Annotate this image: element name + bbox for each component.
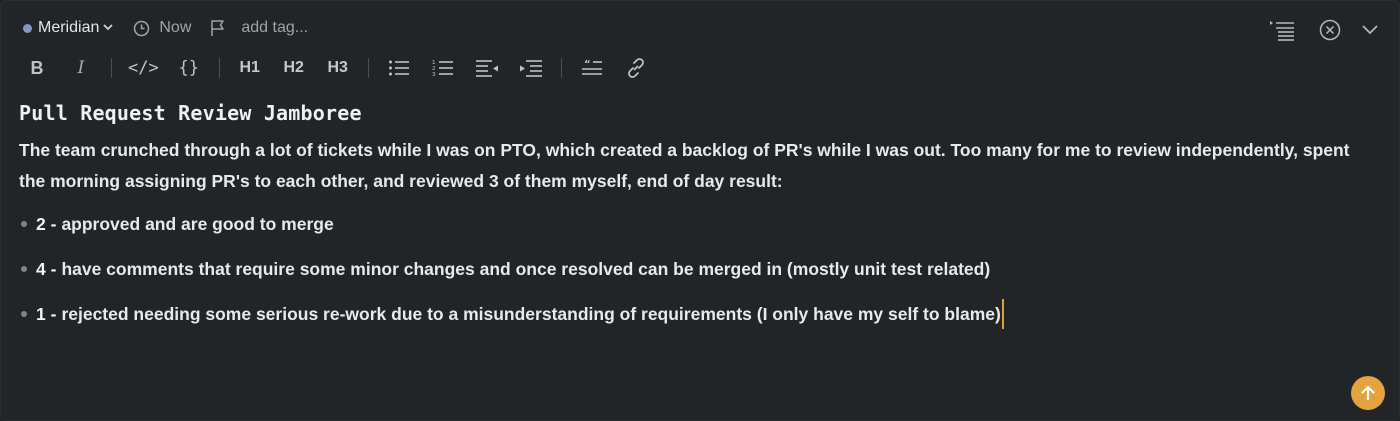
bullet-dot-icon [21,266,27,272]
list-item[interactable]: 2 - approved and are good to merge [19,209,1379,239]
code-block-button[interactable]: {} [175,54,203,82]
time-label: Now [159,19,192,36]
add-tag-input[interactable]: add tag... [241,19,308,37]
list-item[interactable]: 4 - have comments that require some mino… [19,254,1379,284]
italic-button[interactable]: I [67,54,95,82]
flag-icon[interactable] [209,19,227,37]
list-item-text: rejected needing some serious re-work du… [61,304,1001,324]
list-item-count: 2 - [36,214,57,234]
note-paragraph[interactable]: The team crunched through a lot of ticke… [19,135,1379,197]
list-item[interactable]: 1 - rejected needing some serious re-wor… [19,299,1379,329]
list-item-count: 1 - [36,304,57,324]
bullet-list: 2 - approved and are good to merge 4 - h… [19,209,1379,329]
project-selector[interactable]: Meridian [23,19,113,37]
inline-code-button[interactable]: </> [128,54,159,82]
toolbar-divider [560,58,562,78]
chevron-down-icon[interactable] [1361,24,1379,36]
clock-icon [133,20,150,37]
list-item-text: approved and are good to merge [61,214,334,234]
time-selector[interactable]: Now [133,19,191,37]
link-icon[interactable] [622,54,650,82]
bullet-list-icon[interactable] [385,54,413,82]
toolbar-divider [218,58,220,78]
numbered-list-icon[interactable]: 1 2 3 [429,54,457,82]
note-editor: Meridian Now add tag... B I </> {} H1 H2… [0,0,1400,421]
outdent-icon[interactable] [473,54,501,82]
arrow-up-icon [1359,384,1377,402]
heading-2-button[interactable]: H2 [280,54,308,82]
close-circle-icon[interactable] [1319,19,1341,41]
bold-button[interactable]: B [23,54,51,82]
note-title[interactable]: Pull Request Review Jamboree [19,101,1379,125]
outline-icon[interactable] [1269,19,1295,41]
svg-text:3: 3 [432,72,436,77]
note-meta-bar: Meridian Now add tag... [23,15,308,41]
list-item-count: 4 - [36,259,57,279]
text-cursor [1001,299,1004,329]
bullet-dot-icon [21,221,27,227]
project-name: Meridian [38,19,100,36]
project-dot-icon [23,23,32,33]
toolbar-divider [111,58,112,78]
list-item-text: have comments that require some minor ch… [61,259,991,279]
chevron-down-icon [103,22,113,34]
indent-icon[interactable] [517,54,545,82]
window-controls [1249,19,1379,41]
note-body[interactable]: Pull Request Review Jamboree The team cr… [19,101,1379,344]
heading-3-button[interactable]: H3 [324,54,352,82]
toolbar-divider [367,58,369,78]
heading-1-button[interactable]: H1 [236,54,264,82]
format-toolbar: B I </> {} H1 H2 H3 1 2 3 “ [23,53,666,83]
blockquote-icon[interactable]: “ [578,54,606,82]
scroll-to-top-button[interactable] [1351,376,1385,410]
bullet-dot-icon [21,311,27,317]
